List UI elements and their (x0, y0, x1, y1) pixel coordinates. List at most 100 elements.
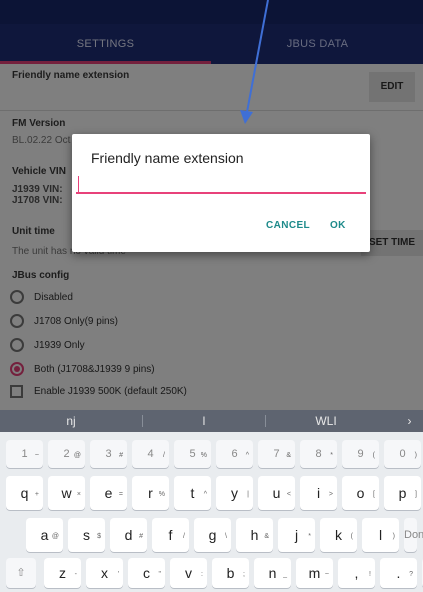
key-secondary-label: & (264, 533, 269, 540)
key-r[interactable]: r% (132, 476, 169, 510)
key-p[interactable]: p] (384, 476, 421, 510)
key-d[interactable]: d # (110, 518, 147, 552)
key-8[interactable]: 8 * (300, 440, 337, 468)
key-secondary-label: & (286, 452, 291, 459)
key-t[interactable]: t ^ (174, 476, 211, 510)
friendly-name-input[interactable] (76, 182, 366, 192)
ok-button[interactable]: OK (330, 220, 346, 231)
key-label: p (398, 485, 407, 501)
key-j[interactable]: j * (278, 518, 315, 552)
key-3[interactable]: 3 # (90, 440, 127, 468)
soft-keyboard: nj l WLI › 1~2@3#4/5%6^7&8*9(0)Delq+w×e=… (0, 410, 423, 592)
key-x[interactable]: x ' (86, 558, 123, 588)
key-secondary-label: ? (409, 571, 413, 578)
key-f[interactable]: f / (152, 518, 189, 552)
key-secondary-label: [ (373, 491, 375, 498)
key-w[interactable]: w × (48, 476, 85, 510)
key-secondary-label: ' (117, 571, 119, 578)
key-label: d (124, 527, 133, 543)
key-label: 3 (105, 448, 112, 460)
text-cursor (78, 176, 79, 192)
suggestion[interactable]: nj (0, 410, 142, 432)
key-h[interactable]: h & (236, 518, 273, 552)
key-label: q (20, 485, 29, 501)
key-comma[interactable]: ,! (338, 558, 375, 588)
key-secondary-label: > (328, 491, 333, 498)
key-label: 7 (273, 448, 280, 460)
key-label: u (272, 485, 281, 501)
key-o[interactable]: o[ (342, 476, 379, 510)
key-label: 8 (315, 448, 322, 460)
key-label: r (148, 485, 153, 501)
key-0[interactable]: 0) (384, 440, 421, 468)
key-label: m (308, 565, 321, 581)
key-secondary-label: ] (415, 491, 417, 498)
key-label: g (208, 527, 217, 543)
key-secondary-label: ) (392, 533, 395, 540)
key-1[interactable]: 1 ~ (6, 440, 43, 468)
key-label: i (316, 485, 321, 501)
friendly-name-dialog: Friendly name extension CANCEL OK (72, 134, 370, 252)
key-n[interactable]: n _ (254, 558, 291, 588)
key-secondary-label: $ (97, 533, 101, 540)
key-label: , (354, 565, 359, 581)
suggestion[interactable]: WLI (266, 410, 386, 432)
key-secondary-label: : (201, 571, 203, 578)
key-label: x (101, 565, 108, 581)
status-bar (0, 0, 423, 24)
key-6[interactable]: 6 ^ (216, 440, 253, 468)
key-secondary-label: * (330, 452, 333, 459)
shift-icon[interactable]: ⇧ (6, 558, 36, 588)
key-label: y (231, 485, 238, 501)
key-b[interactable]: b; (212, 558, 249, 588)
key-label: 0 (399, 448, 406, 460)
key-secondary-label: # (139, 533, 143, 540)
key-secondary-label: # (119, 452, 123, 459)
key-label: k (335, 527, 342, 543)
key-2[interactable]: 2 @ (48, 440, 85, 468)
done-button[interactable]: Done (404, 518, 423, 552)
key-5[interactable]: 5% (174, 440, 211, 468)
key-secondary-label: - (74, 571, 77, 578)
key-c[interactable]: c " (128, 558, 165, 588)
key-u[interactable]: u < (258, 476, 295, 510)
key-9[interactable]: 9( (342, 440, 379, 468)
suggestion[interactable]: l (143, 410, 265, 432)
key-g[interactable]: g \ (194, 518, 231, 552)
key-7[interactable]: 7 & (258, 440, 295, 468)
key-i[interactable]: i > (300, 476, 337, 510)
key-a[interactable]: a @ (26, 518, 63, 552)
key-k[interactable]: k( (320, 518, 357, 552)
key-m[interactable]: m ~ (296, 558, 333, 588)
key-secondary-label: ( (372, 452, 375, 459)
key-secondary-label: @ (51, 533, 59, 540)
key-e[interactable]: e = (90, 476, 127, 510)
key-label: b (226, 565, 235, 581)
cancel-button[interactable]: CANCEL (266, 220, 310, 231)
key-label: Done (404, 529, 423, 541)
more-suggestions-icon[interactable]: › (396, 410, 423, 432)
key-period[interactable]: .? (380, 558, 417, 588)
key-secondary-label: × (76, 491, 81, 498)
key-secondary-label: ) (414, 452, 417, 459)
key-4[interactable]: 4/ (132, 440, 169, 468)
key-v[interactable]: v: (170, 558, 207, 588)
suggestion-bar: nj l WLI › (0, 410, 423, 432)
key-label: a (40, 527, 49, 543)
key-label: e (104, 485, 113, 501)
key-q[interactable]: q + (6, 476, 43, 510)
key-secondary-label: / (163, 452, 165, 459)
key-secondary-label: ! (369, 571, 371, 578)
key-l[interactable]: l) (362, 518, 399, 552)
key-secondary-label: " (158, 571, 162, 578)
key-secondary-label: _ (283, 571, 287, 578)
input-underline (76, 192, 366, 194)
key-label: f (168, 527, 173, 543)
key-s[interactable]: s $ (68, 518, 105, 552)
key-secondary-label: ~ (324, 571, 329, 578)
key-z[interactable]: z- (44, 558, 81, 588)
key-label: 5 (189, 448, 196, 460)
key-label: 1 (21, 448, 28, 460)
key-secondary-label: < (286, 491, 291, 498)
key-y[interactable]: y | (216, 476, 253, 510)
